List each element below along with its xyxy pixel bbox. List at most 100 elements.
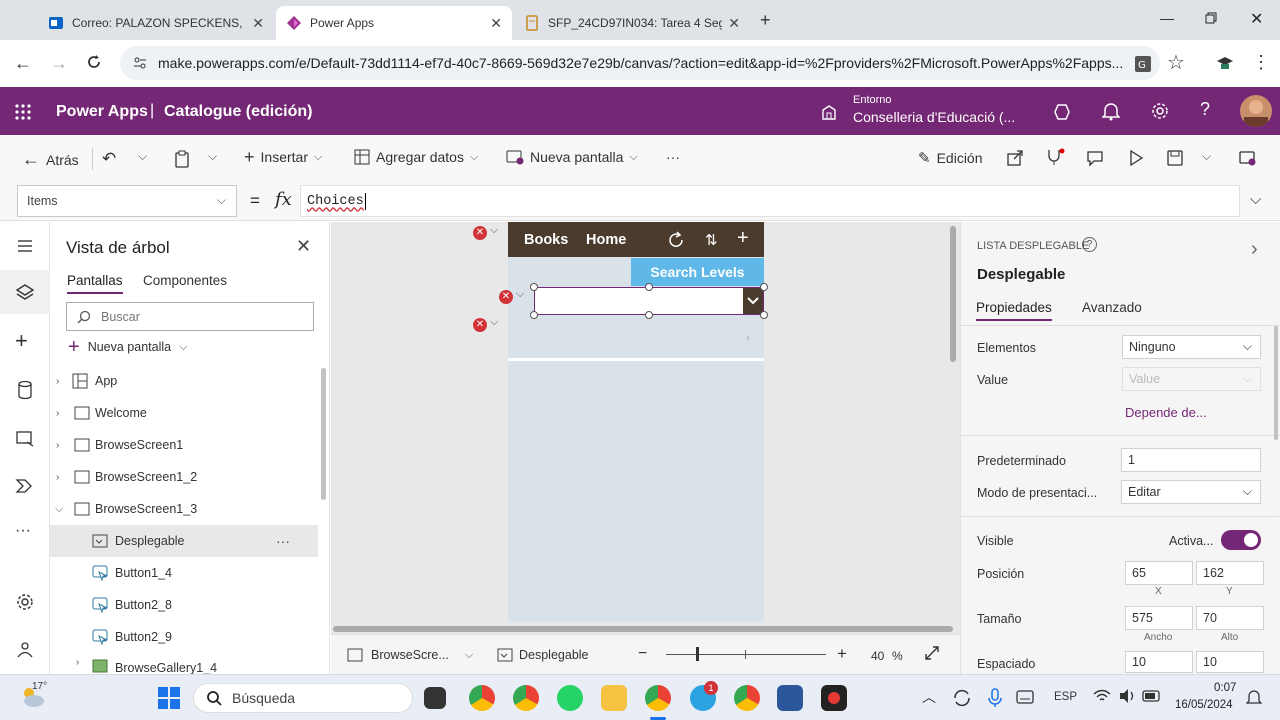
more-tools-icon[interactable]: ···: [15, 522, 35, 542]
url-field[interactable]: make.powerapps.com/e/Default-73dd1114-ef…: [120, 46, 1160, 80]
app-checker-icon[interactable]: [1045, 148, 1065, 168]
tab-components[interactable]: Componentes: [143, 273, 227, 288]
save-icon[interactable]: [1166, 149, 1184, 167]
tab-advanced[interactable]: Avanzado: [1082, 300, 1142, 315]
minimize-icon[interactable]: —: [1160, 10, 1174, 26]
product-name[interactable]: Power Apps: [56, 103, 148, 121]
depends-on-link[interactable]: Depende de...: [1125, 405, 1207, 420]
hamburger-icon[interactable]: [15, 236, 35, 256]
chevron-up-icon[interactable]: ︿: [922, 687, 936, 707]
tree-item-button1-4[interactable]: Button1_4: [50, 557, 318, 589]
whatsapp-icon[interactable]: [557, 685, 583, 711]
tree-item-button2-8[interactable]: Button2_8: [50, 589, 318, 621]
recorder-icon[interactable]: [821, 685, 847, 711]
expand-formula-icon[interactable]: ⌵: [1250, 191, 1261, 208]
environment-name[interactable]: Conselleria d'Educació (...: [853, 109, 1015, 125]
power-automate-icon[interactable]: [15, 476, 35, 496]
tab-screens[interactable]: Pantallas: [67, 273, 123, 294]
layers-tree-icon[interactable]: [15, 283, 35, 303]
insert-button[interactable]: + Insertar ⌵: [244, 148, 322, 166]
close-icon[interactable]: ✕: [252, 15, 264, 32]
help-icon[interactable]: ?: [1200, 99, 1210, 120]
settings-gear-icon[interactable]: [1150, 101, 1170, 121]
tree-item-button2-9[interactable]: Button2_9: [50, 621, 318, 653]
fit-to-window-icon[interactable]: [924, 645, 940, 661]
display-mode-select[interactable]: Editar ⌵: [1121, 480, 1261, 504]
zoom-slider-thumb[interactable]: [696, 647, 699, 661]
zoom-slider-track[interactable]: [666, 654, 826, 655]
tree-scrollbar[interactable]: [321, 368, 326, 500]
back-button[interactable]: ← Atrás: [22, 149, 79, 170]
position-y-input[interactable]: 162: [1196, 561, 1264, 585]
word-icon[interactable]: [777, 685, 803, 711]
language-indicator[interactable]: ESP: [1054, 691, 1077, 703]
close-icon[interactable]: ✕: [728, 15, 740, 32]
chrome-profile-icon[interactable]: [513, 685, 539, 711]
height-input[interactable]: 70: [1196, 606, 1264, 630]
chevron-down-icon[interactable]: ⌵: [138, 149, 147, 164]
microphone-icon[interactable]: [988, 688, 1002, 708]
taskbar-search[interactable]: Búsqueda: [193, 683, 413, 713]
tree-item-welcome[interactable]: › Welcome: [50, 397, 318, 429]
undo-icon[interactable]: ↶: [102, 149, 116, 169]
control-breadcrumb[interactable]: Desplegable: [497, 648, 589, 662]
data-icon[interactable]: [15, 380, 35, 400]
chevron-right-icon[interactable]: ›: [56, 376, 59, 387]
search-input[interactable]: Buscar: [66, 302, 314, 331]
more-options-icon[interactable]: ···: [276, 533, 290, 549]
copilot-icon[interactable]: [1052, 102, 1072, 122]
new-screen-button[interactable]: + Nueva pantalla ⌵: [68, 337, 187, 357]
user-avatar[interactable]: [1240, 95, 1272, 127]
resize-handle[interactable]: [645, 311, 653, 319]
volume-icon[interactable]: [1118, 688, 1136, 704]
canvas-horizontal-scrollbar[interactable]: [333, 626, 953, 632]
elements-select[interactable]: Ninguno ⌵: [1122, 335, 1261, 359]
tab-powerapps[interactable]: Power Apps ✕: [276, 6, 512, 40]
media-icon[interactable]: [15, 428, 35, 448]
error-icon[interactable]: ✕: [473, 226, 487, 240]
forward-arrow-icon[interactable]: →: [50, 53, 68, 74]
back-arrow-icon[interactable]: ←: [14, 53, 32, 74]
position-x-input[interactable]: 65: [1125, 561, 1193, 585]
visible-toggle[interactable]: [1221, 530, 1261, 550]
tree-item-browsescreen1-3[interactable]: ⌵ BrowseScreen1_3: [50, 493, 318, 525]
refresh-icon[interactable]: [666, 230, 686, 250]
chevron-right-icon[interactable]: ›: [56, 440, 59, 451]
formula-input[interactable]: Choices: [300, 185, 1240, 217]
file-explorer-icon[interactable]: [601, 685, 627, 711]
reload-icon[interactable]: [86, 54, 102, 70]
tree-item-browsescreen1-2[interactable]: › BrowseScreen1_2: [50, 461, 318, 493]
search-levels-button[interactable]: Search Levels: [631, 258, 764, 286]
screen-breadcrumb[interactable]: BrowseScre... ⌵: [347, 648, 473, 662]
spacing-input-1[interactable]: 10: [1125, 651, 1193, 673]
comments-icon[interactable]: [1086, 149, 1104, 167]
insert-plus-icon[interactable]: +: [15, 330, 35, 352]
canvas-vertical-scrollbar[interactable]: [950, 226, 956, 362]
chrome-other-icon[interactable]: [734, 685, 760, 711]
publish-icon[interactable]: [1238, 149, 1256, 167]
chevron-down-icon[interactable]: ⌵: [55, 503, 63, 516]
window-close-icon[interactable]: ✕: [1250, 9, 1263, 29]
waffle-icon[interactable]: [14, 103, 32, 121]
resize-handle[interactable]: [530, 311, 538, 319]
tree-item-app[interactable]: › App: [50, 365, 318, 397]
error-icon[interactable]: ✕: [473, 318, 487, 332]
chevron-right-icon[interactable]: ›: [56, 472, 59, 483]
task-view-icon[interactable]: [424, 687, 446, 709]
paste-icon[interactable]: [174, 150, 190, 168]
tree-item-browsegallery1-4[interactable]: › BrowseGallery1_4: [50, 653, 318, 674]
resize-handle[interactable]: [760, 283, 768, 291]
zoom-in-icon[interactable]: +: [837, 644, 847, 664]
chevron-right-icon[interactable]: ›: [76, 657, 79, 668]
nav-books[interactable]: Books: [524, 232, 568, 248]
close-panel-icon[interactable]: ✕: [296, 236, 311, 257]
nav-home[interactable]: Home: [586, 232, 626, 248]
close-icon[interactable]: ✕: [490, 15, 502, 32]
share-icon[interactable]: [1006, 149, 1024, 167]
notification-center-icon[interactable]: [1246, 689, 1262, 707]
chevron-down-icon[interactable]: ⌵: [1202, 149, 1211, 164]
preview-play-icon[interactable]: [1128, 149, 1144, 167]
restore-icon[interactable]: [1205, 12, 1217, 24]
resize-handle[interactable]: [760, 311, 768, 319]
notifications-bell-icon[interactable]: [1102, 101, 1120, 121]
